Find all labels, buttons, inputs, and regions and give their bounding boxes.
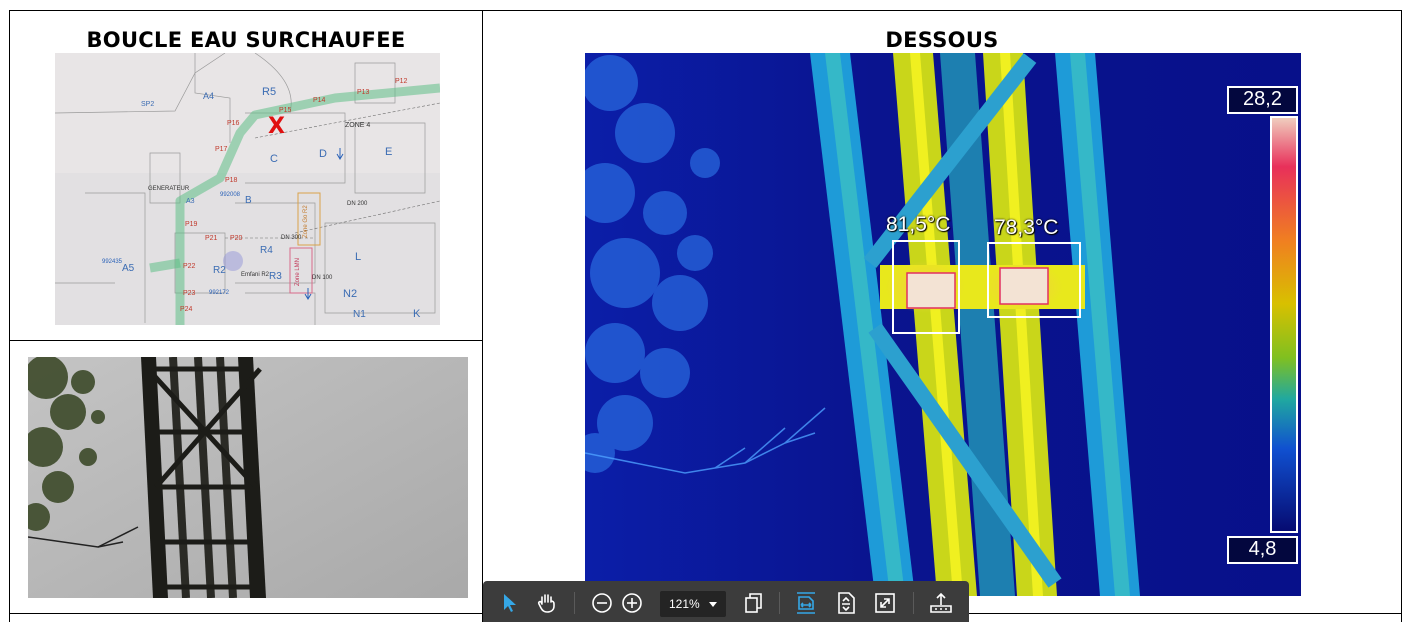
bridge-photo-drawing: [28, 357, 468, 598]
export-icon[interactable]: [928, 590, 954, 616]
zoom-level-value: 121%: [669, 597, 700, 611]
pipe-label: P17: [215, 146, 228, 153]
plan-label: C: [270, 153, 278, 165]
plan-label: 992435: [102, 259, 123, 265]
select-cursor-icon[interactable]: [497, 590, 523, 616]
bridge-photo: [28, 357, 468, 598]
plan-label: N1: [353, 309, 366, 320]
plan-label: DN 300: [281, 235, 302, 241]
plan-label: K: [413, 308, 421, 320]
page-view-icon[interactable]: [741, 590, 767, 616]
hand-pan-icon[interactable]: [534, 590, 560, 616]
plan-label: D: [319, 148, 327, 160]
thermal-image-drawing: [585, 53, 1301, 596]
plan-label: Zone LMN: [295, 257, 301, 286]
cell-title-right: DESSOUS: [885, 28, 999, 52]
plan-label: GENERATEUR: [148, 186, 190, 192]
pipe-label: P18: [225, 177, 238, 184]
toolbar-separator: [913, 592, 914, 614]
pipe-label: P14: [313, 97, 326, 104]
site-plan-image: X R5 A4 SP2 C D E ZONE 4 B A3 R4 L A5 R2…: [55, 53, 440, 325]
fit-width-icon[interactable]: [793, 590, 819, 616]
plan-label: R4: [260, 245, 273, 256]
pipe-label: P23: [183, 290, 196, 297]
plan-label: 992008: [220, 192, 241, 198]
plan-label: Zone Go R2: [303, 205, 309, 238]
plan-label: DN 100: [312, 275, 333, 281]
pdf-toolbar: 121%: [483, 581, 969, 622]
plan-label: A5: [122, 263, 135, 274]
plan-label: A3: [186, 198, 195, 205]
plan-label: E: [385, 146, 393, 158]
scale-min-value: 4,8: [1227, 536, 1298, 564]
table-border-right: [1401, 10, 1402, 622]
pipe-label: P21: [205, 235, 218, 242]
toolbar-separator: [779, 592, 780, 614]
plan-label: R3: [269, 271, 282, 282]
cell-title-left: BOUCLE EAU SURCHAUFEE: [86, 28, 406, 52]
site-plan-drawing: X: [55, 53, 440, 325]
pipe-label: P24: [180, 306, 193, 313]
zoom-out-icon[interactable]: [589, 590, 615, 616]
plan-label: L: [355, 251, 362, 263]
fit-page-icon[interactable]: [833, 590, 859, 616]
fullscreen-icon[interactable]: [872, 590, 898, 616]
plan-label: SP2: [141, 101, 155, 108]
table-border-top: [9, 10, 1402, 11]
zoom-level-dropdown[interactable]: 121%: [660, 591, 726, 617]
pipe-label: P16: [227, 120, 240, 127]
plan-label: R2: [213, 265, 226, 276]
plan-label: 992172: [209, 290, 230, 296]
thermal-image: 81,5°C 78,3°C 28,2 4,8: [585, 53, 1301, 596]
scale-max-value: 28,2: [1227, 86, 1298, 114]
pipe-label: P22: [183, 263, 196, 270]
chevron-down-icon: [709, 602, 717, 607]
pipe-label: P19: [185, 221, 198, 228]
spot-temperature-1: 81,5°C: [886, 213, 951, 236]
plan-label: R5: [262, 86, 277, 98]
pipe-label: P13: [357, 89, 370, 96]
pipe-label: P12: [395, 78, 408, 85]
spot-temperature-2: 78,3°C: [994, 216, 1059, 239]
plan-label: B: [245, 195, 252, 206]
plan-label: A4: [203, 91, 215, 101]
table-border-row: [9, 340, 483, 341]
location-marker-x: X: [268, 114, 285, 139]
table-border-middle: [482, 10, 483, 622]
pipe-label: P15: [279, 107, 292, 114]
plan-label: N2: [343, 288, 358, 300]
toolbar-separator: [574, 592, 575, 614]
zoom-in-icon[interactable]: [619, 590, 645, 616]
pipe-label: P20: [230, 235, 243, 242]
plan-label: ZONE 4: [345, 122, 371, 129]
plan-label: Emfani R2: [241, 272, 270, 278]
table-border-left: [9, 10, 10, 622]
plan-label: DN 200: [347, 201, 368, 207]
